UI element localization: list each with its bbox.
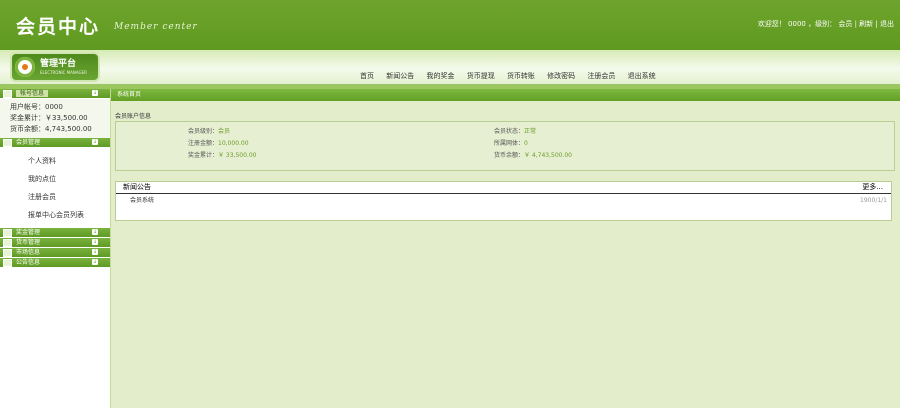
header-links: 欢迎您！ 0000 ，级别： 会员 | 刷新 | 退出 xyxy=(757,20,894,28)
register-amount-value: 10,000.00 xyxy=(218,140,249,147)
site-subtitle: Member center xyxy=(114,22,198,32)
member-title: 会员管理 xyxy=(16,139,41,146)
sidebar: 帐号信息 ↓ 用户帐号：0000 奖金累计：￥33,500.00 货币余额：4,… xyxy=(0,89,111,408)
badge-title: 管理平台 xyxy=(40,59,77,69)
sidebar-head-account[interactable]: 帐号信息 ↓ xyxy=(0,89,110,99)
menu-register[interactable]: 注册会员 xyxy=(587,72,615,80)
sidebar-item-profile[interactable]: 个人资料 xyxy=(28,152,110,170)
section-title: 会员账户信息 xyxy=(115,113,152,120)
network-value: 0 xyxy=(524,140,528,147)
account-info-panel: 会员级别：会员 注册金额：10,000.00 奖金累计：￥ 33,500.00 … xyxy=(115,121,895,171)
main-title-bar: 系统首页 xyxy=(111,89,900,101)
menu-transfer[interactable]: 货币转账 xyxy=(507,72,535,80)
info-row: 会员状态：正常 xyxy=(494,128,537,135)
sidebar-item-my-position[interactable]: 我的点位 xyxy=(28,170,110,188)
menu-news[interactable]: 新闻公告 xyxy=(386,72,414,80)
info-row: 所属网体：0 xyxy=(494,140,528,147)
menu-change-password[interactable]: 修改密码 xyxy=(547,72,575,80)
account-line: 奖金累计：￥33,500.00 xyxy=(10,114,88,122)
info-right: 会员状态：正常 所属网体：0 货币余额：￥ 4,743,500.00 xyxy=(494,126,572,162)
folder-icon xyxy=(3,90,12,98)
expand-icon[interactable]: ↓ xyxy=(92,239,98,245)
news-panel: 新闻公告 更多... 会员系统 1900/1/1 xyxy=(115,181,892,221)
menu-home[interactable]: 首页 xyxy=(360,72,374,80)
sidebar-head-bonus[interactable]: 奖金管理 ↓ xyxy=(0,228,110,238)
account-info: 用户帐号：0000 奖金累计：￥33,500.00 货币余额：4,743,500… xyxy=(0,99,110,138)
menu-exit[interactable]: 退出系统 xyxy=(628,72,656,80)
group-title: 货币管理 xyxy=(16,239,41,246)
collapse-icon[interactable]: ↓ xyxy=(92,90,98,96)
badge-subtitle: ELECTRONIC MANAGER xyxy=(40,70,87,75)
folder-icon xyxy=(3,239,12,247)
folder-icon xyxy=(3,249,12,257)
level-label: ，级别： xyxy=(808,20,837,28)
info-row: 注册金额：10,000.00 xyxy=(188,140,249,147)
menu-my-bonus[interactable]: 我的奖金 xyxy=(426,72,454,80)
news-item[interactable]: 会员系统 1900/1/1 xyxy=(116,194,891,206)
expand-icon[interactable]: ↓ xyxy=(92,259,98,265)
currency-balance-value: ￥ 4,743,500.00 xyxy=(524,152,573,159)
group-title: 市场信息 xyxy=(16,249,41,256)
folder-icon xyxy=(3,229,12,237)
member-items: 个人资料 我的点位 注册会员 报单中心会员列表 xyxy=(0,148,110,228)
account-title: 帐号信息 xyxy=(16,90,49,97)
info-row: 货币余额：￥ 4,743,500.00 xyxy=(494,152,573,159)
sidebar-head-currency[interactable]: 货币管理 ↓ xyxy=(0,238,110,248)
folder-icon xyxy=(3,139,12,147)
platform-logo-icon xyxy=(15,57,35,77)
top-nav: 管理平台 ELECTRONIC MANAGER 首页 新闻公告 我的奖金 货币提… xyxy=(0,50,900,85)
news-header: 新闻公告 更多... xyxy=(116,182,891,194)
bonus-total-value: ￥ 33,500.00 xyxy=(218,152,257,159)
member-level-value: 会员 xyxy=(218,128,231,135)
sidebar-item-register[interactable]: 注册会员 xyxy=(28,188,110,206)
account-line: 用户帐号：0000 xyxy=(10,103,63,111)
sidebar-head-notice[interactable]: 公告信息 ↓ xyxy=(0,258,110,268)
header: 会员中心 Member center 欢迎您！ 0000 ，级别： 会员 | 刷… xyxy=(0,0,900,50)
news-more-link[interactable]: 更多... xyxy=(862,182,883,193)
news-item-title[interactable]: 会员系统 xyxy=(130,197,154,204)
folder-icon xyxy=(3,259,12,267)
user-level: 会员 xyxy=(838,20,853,28)
refresh-link[interactable]: 刷新 xyxy=(859,20,873,28)
expand-icon[interactable]: ↓ xyxy=(92,249,98,255)
group-title: 公告信息 xyxy=(16,259,41,266)
info-row: 奖金累计：￥ 33,500.00 xyxy=(188,152,257,159)
news-item-date: 1900/1/1 xyxy=(860,197,887,204)
sidebar-head-market[interactable]: 市场信息 ↓ xyxy=(0,248,110,258)
info-row: 会员级别：会员 xyxy=(188,128,231,135)
account-line: 货币余额：4,743,500.00 xyxy=(10,125,92,133)
welcome-text: 欢迎您！ xyxy=(757,20,786,28)
member-status-value: 正常 xyxy=(524,128,537,135)
main-content: 系统首页 会员账户信息 会员级别：会员 注册金额：10,000.00 奖金累计：… xyxy=(111,89,900,408)
sidebar-head-member[interactable]: 会员管理 ↓ xyxy=(0,138,110,148)
expand-icon[interactable]: ↓ xyxy=(92,229,98,235)
collapse-icon[interactable]: ↓ xyxy=(92,139,98,145)
logout-link[interactable]: 退出 xyxy=(880,20,894,28)
info-left: 会员级别：会员 注册金额：10,000.00 奖金累计：￥ 33,500.00 xyxy=(188,126,256,162)
user-id: 0000 xyxy=(788,20,806,28)
news-title: 新闻公告 xyxy=(123,183,151,191)
main-menu: 首页 新闻公告 我的奖金 货币提现 货币转账 修改密码 注册会员 退出系统 xyxy=(360,71,666,81)
site-title: 会员中心 xyxy=(16,16,101,38)
platform-badge: 管理平台 ELECTRONIC MANAGER xyxy=(12,54,98,80)
sidebar-item-order-center-list[interactable]: 报单中心会员列表 xyxy=(28,206,110,224)
group-title: 奖金管理 xyxy=(16,229,41,236)
menu-withdraw[interactable]: 货币提现 xyxy=(467,72,495,80)
